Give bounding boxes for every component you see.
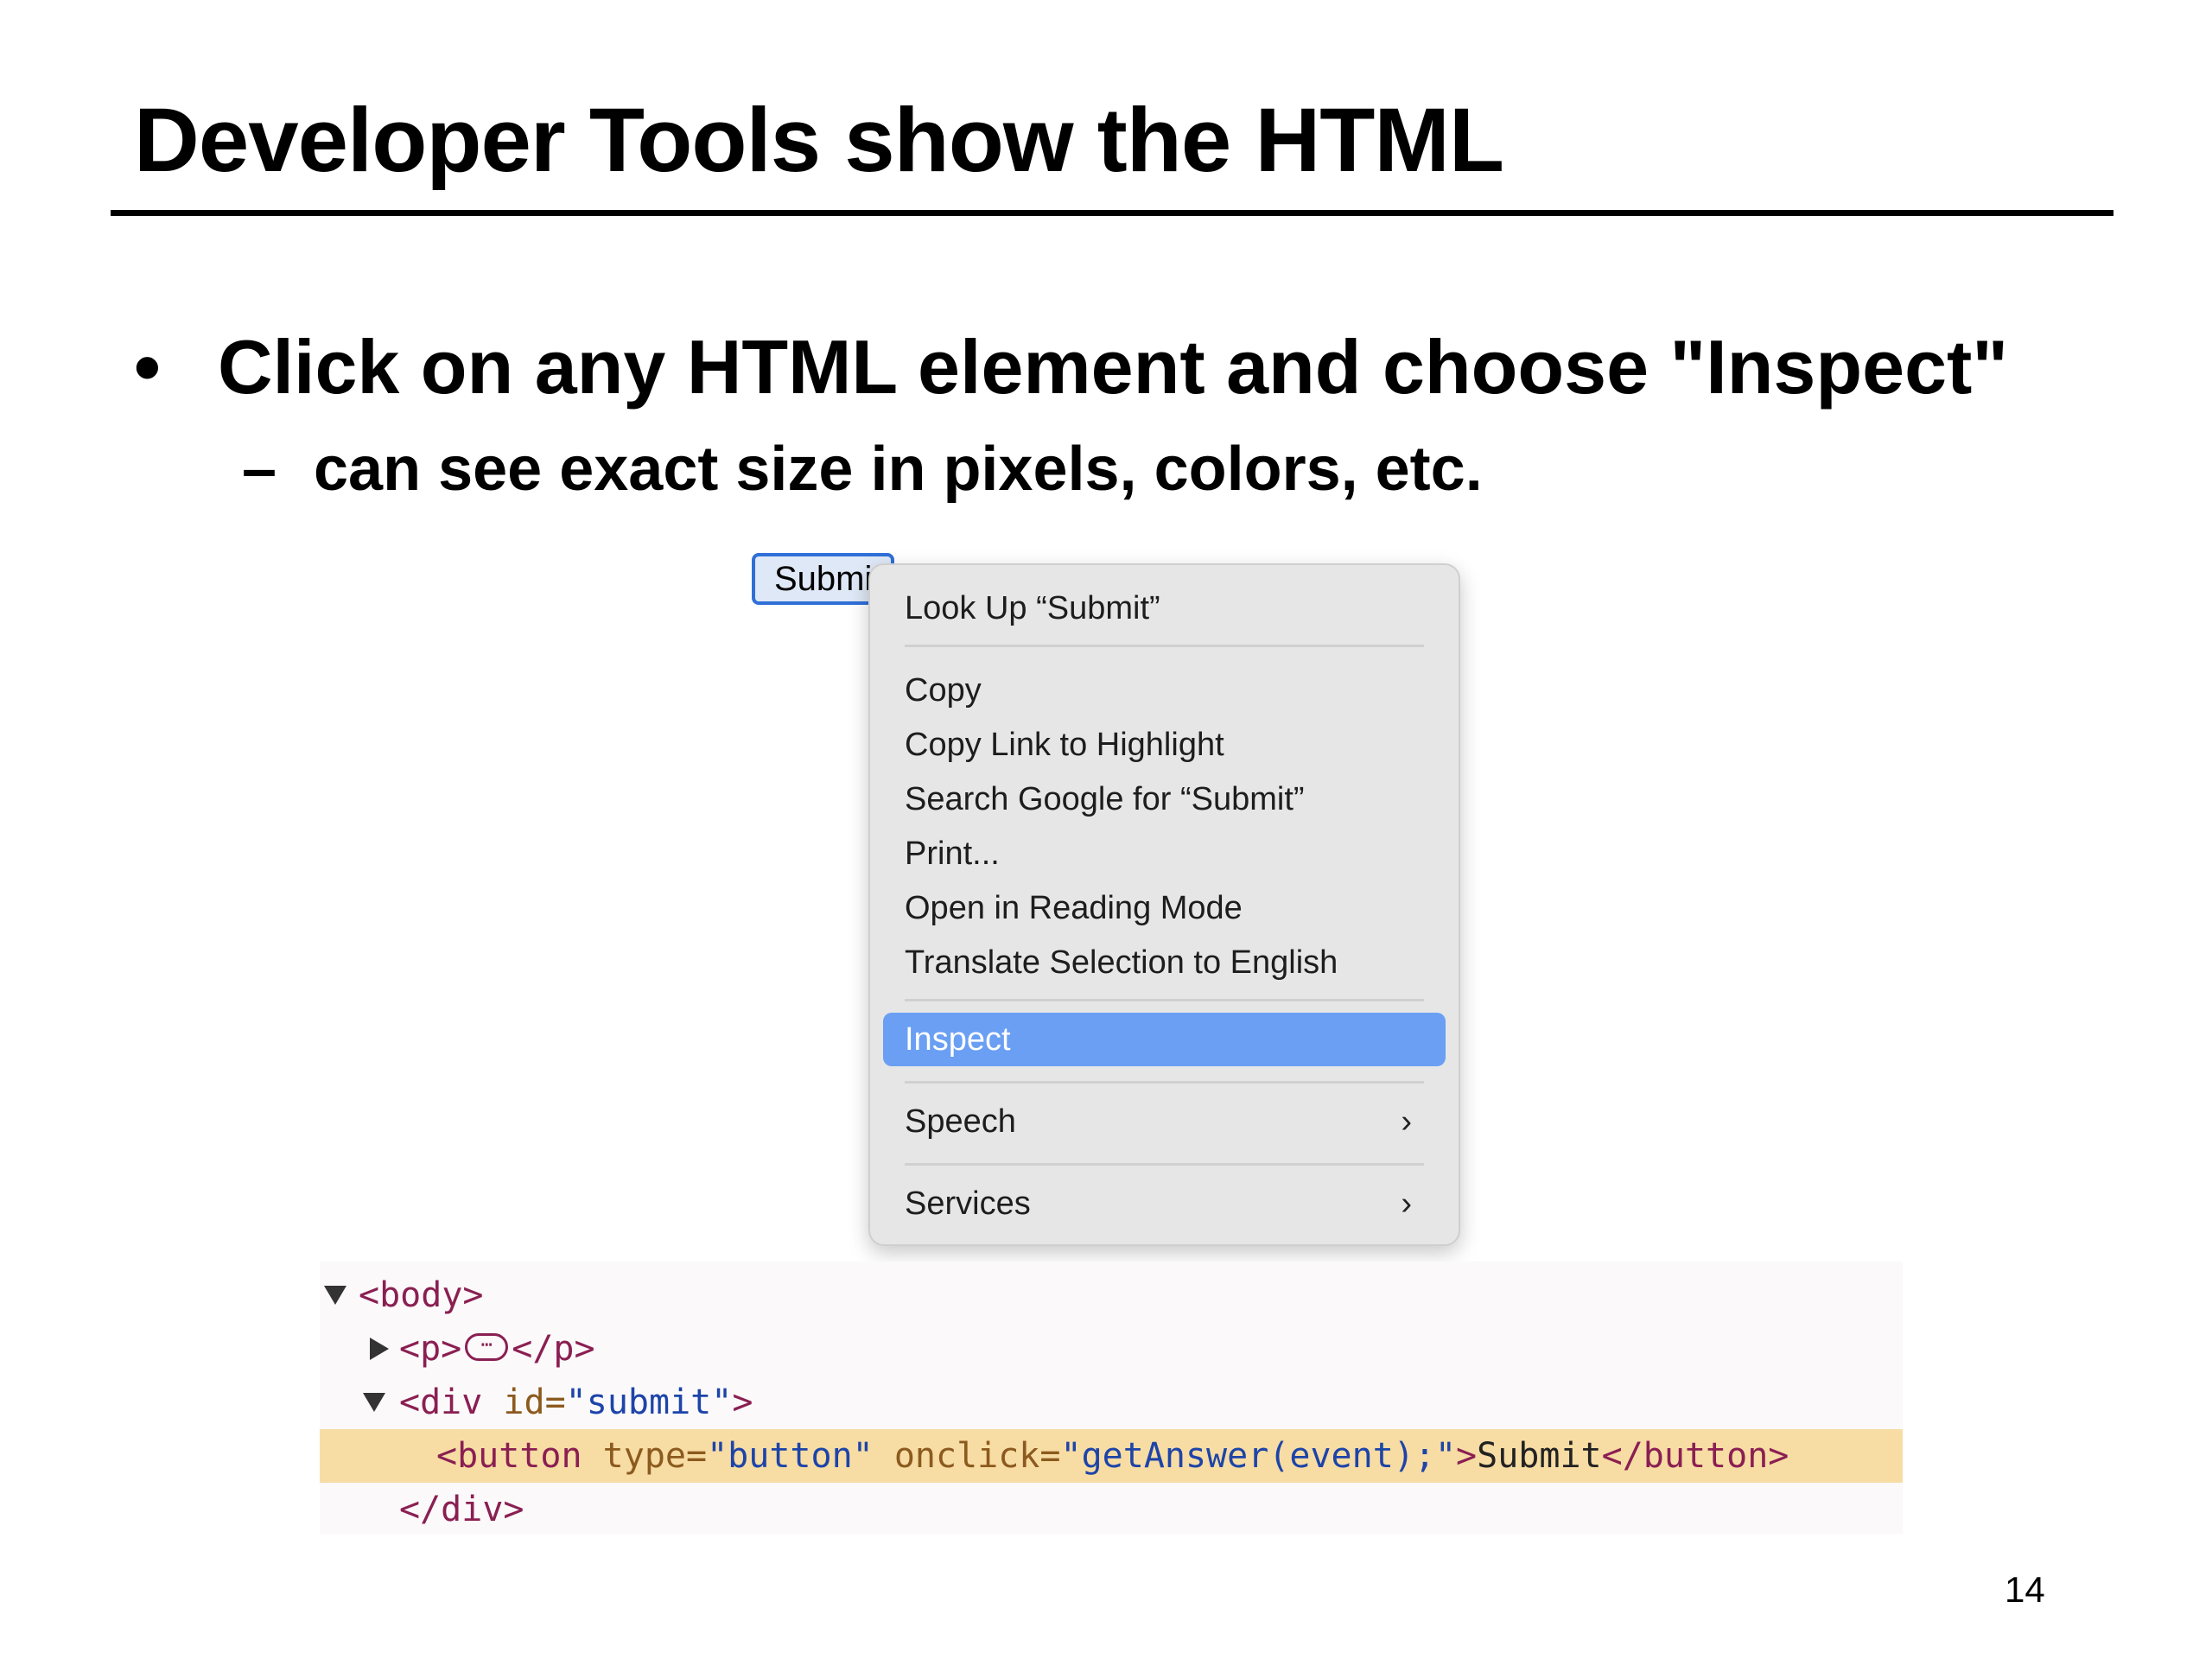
menu-item-search-google[interactable]: Search Google for “Submit” [905, 773, 1443, 825]
menu-separator [905, 1081, 1424, 1084]
menu-item-services-label: Services [905, 1185, 1031, 1222]
menu-item-copy[interactable]: Copy [905, 664, 1443, 716]
menu-item-translate-selection[interactable]: Translate Selection to English [905, 937, 1443, 988]
bullet-marker: • [134, 324, 161, 410]
collapse-triangle-icon[interactable] [370, 1338, 389, 1360]
expand-triangle-icon[interactable] [324, 1286, 346, 1305]
dom-node-div-close[interactable]: </div> [320, 1483, 1903, 1536]
title-divider [111, 210, 2113, 216]
chevron-right-icon: › [1401, 1103, 1412, 1140]
attr-onclick-value: "getAnswer(event);" [1060, 1436, 1457, 1476]
button-text-node: Submit [1477, 1436, 1602, 1476]
tag-div-close: </div> [399, 1490, 524, 1529]
attr-id-value: "submit" [565, 1382, 733, 1422]
tag-div-open-end: > [732, 1382, 753, 1422]
context-menu: Look Up “Submit” Copy Copy Link to Highl… [868, 563, 1460, 1246]
sub-bullet-text: can see exact size in pixels, colors, et… [314, 435, 1483, 504]
tag-button-open: <button [436, 1436, 582, 1476]
dom-node-p[interactable]: <p> ⋯ </p> [320, 1322, 1903, 1376]
chevron-right-icon: › [1401, 1185, 1412, 1222]
attr-id-name: id= [482, 1382, 566, 1422]
dom-node-body[interactable]: <body> [320, 1268, 1903, 1322]
menu-item-speech[interactable]: Speech › [905, 1096, 1443, 1147]
page-number: 14 [2005, 1569, 2045, 1610]
menu-item-speech-label: Speech [905, 1103, 1016, 1140]
attr-type-name: type= [582, 1436, 708, 1476]
expand-triangle-icon[interactable] [363, 1393, 385, 1412]
tag-div-open: <div [399, 1382, 483, 1422]
attr-type-value: "button" [707, 1436, 874, 1476]
attr-onclick-name: onclick= [873, 1436, 1061, 1476]
tag-button-close: </button> [1601, 1436, 1789, 1476]
menu-item-inspect[interactable]: Inspect [905, 1014, 1443, 1065]
bullet-text: Click on any HTML element and choose "In… [218, 324, 2009, 410]
tag-button-open-end: > [1456, 1436, 1478, 1476]
devtools-elements-panel: <body> <p> ⋯ </p> <div id="submit"> <butto… [320, 1262, 1903, 1534]
menu-item-copy-link-to-highlight[interactable]: Copy Link to Highlight [905, 719, 1443, 771]
tag-body: <body> [359, 1275, 484, 1315]
menu-item-services[interactable]: Services › [905, 1178, 1443, 1230]
menu-item-look-up[interactable]: Look Up “Submit” [905, 582, 1443, 634]
menu-separator [905, 1163, 1424, 1166]
menu-separator [905, 645, 1424, 647]
menu-item-open-reading-mode[interactable]: Open in Reading Mode [905, 882, 1443, 934]
menu-item-print[interactable]: Print... [905, 828, 1443, 880]
menu-separator [905, 999, 1424, 1001]
dom-node-div[interactable]: <div id="submit"> [320, 1376, 1903, 1429]
sub-bullet-marker: – [242, 435, 277, 504]
tag-p-close: </p> [512, 1329, 595, 1369]
slide-title: Developer Tools show the HTML [134, 90, 1504, 191]
tag-p-open: <p> [399, 1329, 462, 1369]
dom-node-button-selected[interactable]: <button type="button" onclick="getAnswer… [320, 1429, 1903, 1483]
ellipsis-icon[interactable]: ⋯ [465, 1333, 509, 1361]
